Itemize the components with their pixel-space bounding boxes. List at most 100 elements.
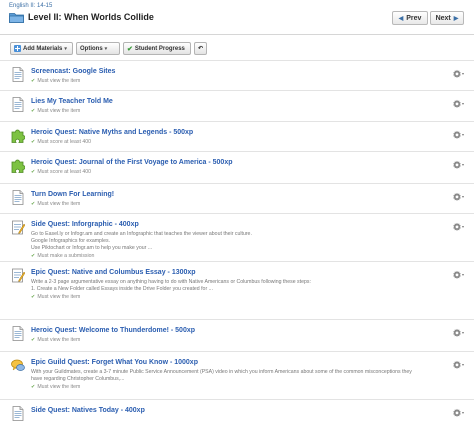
- student-progress-label: Student Progress: [134, 45, 185, 52]
- requirement-text: Must score at least 400: [37, 169, 91, 175]
- check-icon: ✔: [127, 45, 133, 53]
- chevron-down-icon: ▾: [104, 45, 108, 52]
- check-icon: ✔: [31, 294, 36, 300]
- chevron-down-icon[interactable]: ▾: [462, 272, 464, 277]
- gear-icon[interactable]: [452, 160, 462, 170]
- list-item[interactable]: Side Quest: Inforgraphic - 400xp Go to Ea…: [0, 213, 474, 262]
- list-item[interactable]: Heroic Quest: Welcome to Thunderdome! - …: [0, 319, 474, 352]
- student-progress-button[interactable]: ✔ Student Progress: [123, 42, 191, 55]
- gear-icon[interactable]: [452, 130, 462, 140]
- breadcrumb[interactable]: English II: 14-15: [9, 3, 52, 9]
- item-description: With your Guildmates, create a 3-7 minut…: [31, 369, 412, 375]
- chevron-down-icon[interactable]: ▾: [462, 194, 464, 199]
- item-title-link[interactable]: Epic Guild Quest: Forget What You Know -…: [31, 359, 198, 366]
- puzzle-icon: [11, 128, 26, 143]
- item-requirement: ✔ Must score at least 400: [31, 139, 91, 145]
- prev-label: Prev: [406, 14, 422, 22]
- next-button[interactable]: Next ▶: [430, 11, 464, 25]
- chevron-down-icon[interactable]: ▾: [462, 362, 464, 367]
- discussion-icon: [11, 358, 25, 373]
- item-title-link[interactable]: Side Quest: Natives Today - 400xp: [31, 407, 145, 414]
- chevron-down-icon[interactable]: ▾: [462, 71, 464, 76]
- check-icon: ✔: [31, 201, 36, 207]
- assignment-icon: [11, 268, 26, 283]
- item-requirement: ✔ Must view the item: [31, 294, 80, 300]
- page-header: English II: 14-15 Level II: When Worlds …: [0, 0, 474, 32]
- list-item[interactable]: Screencast: Google Sites ✔ Must view the i…: [0, 60, 474, 91]
- check-icon: ✔: [31, 139, 36, 145]
- chevron-down-icon[interactable]: ▾: [462, 330, 464, 335]
- list-item[interactable]: Epic Guild Quest: Forget What You Know -…: [0, 351, 474, 400]
- page-icon: [11, 97, 25, 112]
- list-item[interactable]: Side Quest: Natives Today - 400xp ▾: [0, 399, 474, 421]
- requirement-text: Must make a submission: [37, 253, 95, 259]
- gear-icon[interactable]: [452, 270, 462, 280]
- gear-icon[interactable]: [452, 69, 462, 79]
- check-icon: ✔: [31, 384, 36, 390]
- list-item[interactable]: Heroic Quest: Journal of the First Voyag…: [0, 151, 474, 184]
- list-item[interactable]: Epic Quest: Native and Columbus Essay - …: [0, 261, 474, 320]
- item-description: Google Infographics for examples.: [31, 238, 111, 244]
- check-icon: ✔: [31, 337, 36, 343]
- item-description: Use Piktochart or Infogr.am to help you …: [31, 245, 153, 251]
- add-materials-label: Add Materials: [23, 45, 63, 52]
- gear-icon[interactable]: [452, 99, 462, 109]
- list-item[interactable]: Turn Down For Learning! ✔ Must view the it…: [0, 183, 474, 214]
- requirement-text: Must score at least 400: [37, 139, 91, 145]
- gear-icon[interactable]: [452, 360, 462, 370]
- item-title-link[interactable]: Epic Quest: Native and Columbus Essay - …: [31, 269, 196, 276]
- undo-icon: ↶: [197, 46, 204, 52]
- list-item[interactable]: Lies My Teacher Told Me ✔ Must view the it…: [0, 90, 474, 122]
- options-label: Options: [80, 45, 103, 52]
- item-requirement: ✔ Must score at least 400: [31, 169, 91, 175]
- gear-icon[interactable]: [452, 408, 462, 418]
- gear-icon[interactable]: [452, 328, 462, 338]
- item-title-link[interactable]: Screencast: Google Sites: [31, 68, 115, 75]
- chevron-down-icon[interactable]: ▾: [462, 101, 464, 106]
- item-title-link[interactable]: Turn Down For Learning!: [31, 191, 114, 198]
- item-description: have regarding Christopher Columbus,...: [31, 376, 125, 382]
- item-requirement: ✔ Must view the item: [31, 78, 80, 84]
- chevron-down-icon: ▾: [64, 45, 67, 52]
- item-title-link[interactable]: Side Quest: Inforgraphic - 400xp: [31, 221, 139, 228]
- prev-arrow-icon: ◀: [398, 15, 404, 22]
- item-description: 1. Create a New Folder called Essays ins…: [31, 286, 213, 292]
- check-icon: ✔: [31, 78, 36, 84]
- assignment-icon: [11, 220, 26, 235]
- header-divider: [0, 34, 474, 35]
- options-button[interactable]: Options ▾: [76, 42, 120, 55]
- item-title-link[interactable]: Lies My Teacher Told Me: [31, 98, 113, 105]
- requirement-text: Must view the item: [37, 201, 81, 207]
- item-requirement: ✔ Must view the item: [31, 201, 80, 207]
- item-requirement: ✔ Must view the item: [31, 384, 80, 390]
- list-item[interactable]: Heroic Quest: Native Myths and Legends -…: [0, 121, 474, 152]
- item-requirement: ✔ Must view the item: [31, 108, 80, 114]
- item-title-link[interactable]: Heroic Quest: Journal of the First Voyag…: [31, 159, 233, 166]
- page-icon: [11, 326, 25, 341]
- gear-icon[interactable]: [452, 192, 462, 202]
- chevron-down-icon[interactable]: ▾: [462, 410, 464, 415]
- prev-button[interactable]: ◀ Prev: [392, 11, 428, 25]
- chevron-down-icon[interactable]: ▾: [462, 162, 464, 167]
- item-description: Go to Easel.ly or Infogr.am and create a…: [31, 231, 252, 237]
- puzzle-icon: [11, 158, 26, 173]
- chevron-down-icon[interactable]: ▾: [462, 224, 464, 229]
- folder-icon: [9, 13, 24, 23]
- check-icon: ✔: [31, 253, 36, 259]
- item-description: Write a 2-3 page argumentative essay on …: [31, 279, 311, 285]
- requirement-text: Must view the item: [37, 108, 81, 114]
- item-requirement: ✔ Must make a submission: [31, 253, 94, 259]
- back-button[interactable]: ↶: [194, 42, 207, 55]
- page-icon: [11, 67, 25, 82]
- check-icon: ✔: [31, 169, 36, 175]
- item-title-link[interactable]: Heroic Quest: Native Myths and Legends -…: [31, 129, 193, 136]
- requirement-text: Must view the item: [37, 337, 81, 343]
- add-materials-button[interactable]: Add Materials ▾: [10, 42, 73, 55]
- gear-icon[interactable]: [452, 222, 462, 232]
- next-arrow-icon: ▶: [453, 15, 459, 22]
- page-icon: [11, 190, 25, 205]
- item-title-link[interactable]: Heroic Quest: Welcome to Thunderdome! - …: [31, 327, 195, 334]
- chevron-down-icon[interactable]: ▾: [462, 132, 464, 137]
- requirement-text: Must view the item: [37, 384, 81, 390]
- next-label: Next: [435, 14, 451, 22]
